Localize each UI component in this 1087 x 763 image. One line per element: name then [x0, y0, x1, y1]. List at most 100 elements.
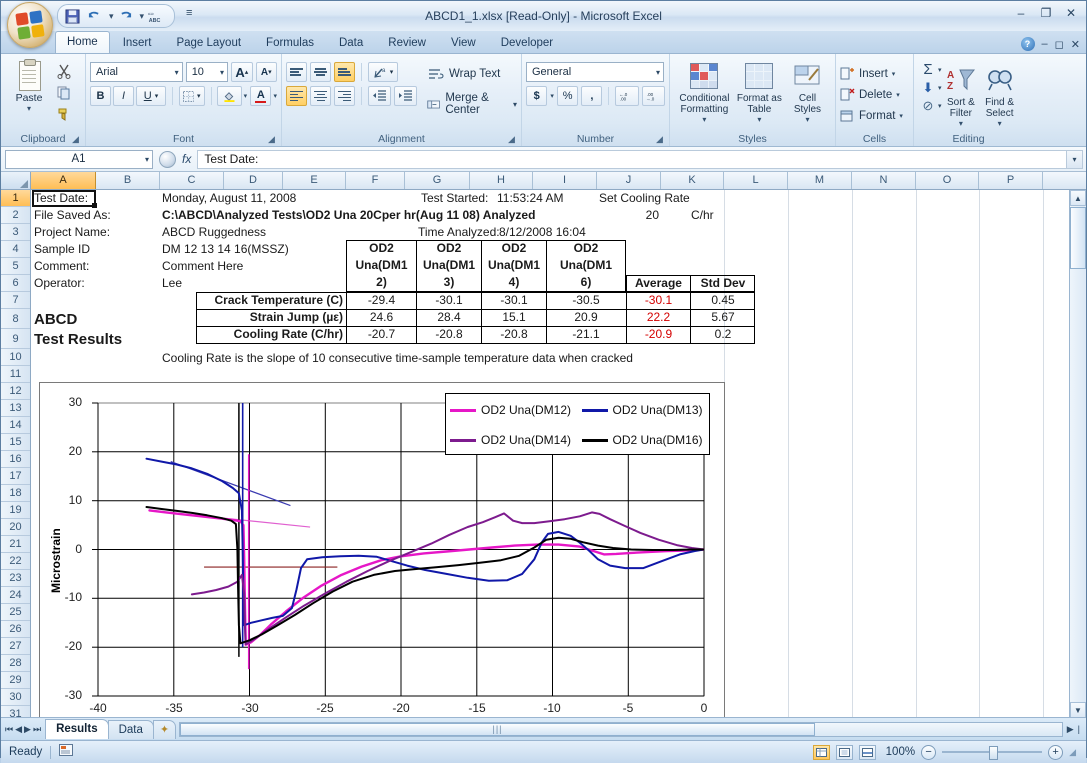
row-header-12[interactable]: 12 [1, 383, 30, 400]
cell-c2[interactable]: C:\ABCD\Analyzed Tests\OD2 Una 20Cper hr… [162, 207, 535, 224]
column-header-l[interactable]: L [724, 172, 788, 189]
paste-button[interactable]: Paste ▾ [5, 57, 53, 113]
row-header-22[interactable]: 22 [1, 553, 30, 570]
column-header-g[interactable]: G [405, 172, 470, 189]
row-header-15[interactable]: 15 [1, 434, 30, 451]
scroll-end-button[interactable]: | [1078, 724, 1086, 734]
ribbon-close-icon[interactable]: ✕ [1071, 38, 1080, 51]
sheet-tab-results[interactable]: Results [45, 719, 109, 739]
currency-button[interactable]: $ [526, 86, 547, 106]
comma-button[interactable]: , [581, 86, 602, 106]
row-header-1[interactable]: 1 [1, 190, 30, 207]
tab-data[interactable]: Data [327, 32, 375, 53]
cell-k2[interactable]: C/hr [691, 207, 714, 224]
column-header-f[interactable]: F [346, 172, 405, 189]
next-sheet-button[interactable]: ▶ [24, 724, 31, 735]
insert-function-icon[interactable]: fx [182, 152, 191, 166]
column-header-o[interactable]: O [916, 172, 979, 189]
cell-g3[interactable]: Time Analyzed: [418, 224, 500, 241]
align-bottom-button[interactable] [334, 62, 355, 82]
font-size-combo[interactable]: 10 ▾ [186, 62, 228, 82]
insert-dropdown-icon[interactable]: ▾ [892, 70, 896, 78]
alignment-dialog-launcher[interactable]: ◢ [508, 134, 518, 144]
minimize-button[interactable]: – [1012, 5, 1030, 21]
column-header-p[interactable]: P [979, 172, 1043, 189]
close-button[interactable]: ✕ [1062, 5, 1080, 21]
fill-button[interactable]: ⬇ ▾ [918, 80, 942, 96]
cell-note[interactable]: Cooling Rate is the slope of 10 consecut… [162, 350, 633, 367]
row-header-23[interactable]: 23 [1, 570, 30, 587]
merge-center-dropdown-icon[interactable]: ▾ [513, 100, 517, 109]
tab-view[interactable]: View [439, 32, 488, 53]
row-header-30[interactable]: 30 [1, 689, 30, 706]
chevron-down-icon[interactable]: ▾ [145, 155, 149, 164]
chevron-down-icon[interactable]: ▾ [656, 68, 660, 77]
ribbon-restore-icon[interactable]: ◻ [1055, 38, 1064, 51]
name-box[interactable]: A1 ▾ [5, 150, 153, 169]
cell-h3[interactable]: 8/12/2008 16:04 [499, 224, 586, 241]
fill-color-dropdown-icon[interactable]: ▾ [244, 92, 248, 100]
formula-input[interactable]: Test Date: [197, 150, 1066, 169]
cells-area[interactable]: Test Date: Monday, August 11, 2008 Test … [31, 190, 1086, 717]
maximize-button[interactable]: ❐ [1037, 5, 1055, 21]
column-header-h[interactable]: H [470, 172, 533, 189]
resize-grip-icon[interactable]: ◢ [1069, 747, 1076, 758]
row-header-8[interactable]: 8 [1, 309, 30, 329]
number-format-combo[interactable]: General ▾ [526, 62, 664, 82]
expand-formula-bar-icon[interactable] [159, 151, 176, 168]
cell-j2[interactable]: 20 [597, 207, 659, 224]
sort-filter-button[interactable]: AZ Sort & Filter ▾ [942, 61, 981, 128]
row-header-10[interactable]: 10 [1, 349, 30, 366]
column-header-d[interactable]: D [224, 172, 283, 189]
column-header-k[interactable]: K [661, 172, 724, 189]
align-center-button[interactable] [310, 86, 331, 106]
normal-view-button[interactable] [813, 745, 830, 760]
font-dialog-launcher[interactable]: ◢ [268, 134, 278, 144]
cell-c6[interactable]: Lee [162, 275, 182, 292]
decrease-indent-button[interactable] [368, 86, 391, 106]
row-header-4[interactable]: 4 [1, 241, 30, 258]
conditional-formatting-dropdown-icon[interactable]: ▾ [702, 115, 706, 124]
align-top-button[interactable] [286, 62, 307, 82]
insert-worksheet-button[interactable]: ✦ [153, 720, 176, 739]
cell-c5[interactable]: Comment Here [162, 258, 243, 275]
format-painter-icon[interactable] [54, 105, 74, 124]
cell-c3[interactable]: ABCD Ruggedness [162, 224, 266, 241]
merge-center-button[interactable]: Merge & Center ▾ [427, 92, 517, 116]
sheet-tab-data[interactable]: Data [108, 720, 154, 739]
cell-a6[interactable]: Operator: [34, 275, 85, 292]
clear-button[interactable]: ⊘ ▾ [918, 98, 942, 114]
row-header-19[interactable]: 19 [1, 502, 30, 519]
number-dialog-launcher[interactable]: ◢ [656, 134, 666, 144]
align-left-button[interactable] [286, 86, 307, 106]
chevron-down-icon[interactable]: ▾ [175, 68, 179, 77]
row-header-29[interactable]: 29 [1, 672, 30, 689]
cell-a2[interactable]: File Saved As: [34, 207, 111, 224]
row-header-14[interactable]: 14 [1, 417, 30, 434]
cut-icon[interactable] [54, 61, 74, 80]
vertical-scroll-thumb[interactable] [1070, 207, 1086, 269]
increase-indent-button[interactable] [394, 86, 417, 106]
wrap-text-button[interactable]: Wrap Text [427, 62, 517, 86]
tab-insert[interactable]: Insert [111, 32, 164, 53]
office-button[interactable] [7, 2, 53, 48]
delete-cells-button[interactable]: Delete ▾ [840, 84, 909, 105]
formula-bar-expand-button[interactable]: ▾ [1066, 150, 1083, 169]
row-header-27[interactable]: 27 [1, 638, 30, 655]
chevron-down-icon[interactable]: ▾ [220, 68, 224, 77]
cell-styles-dropdown-icon[interactable]: ▾ [805, 115, 809, 124]
scroll-up-button[interactable]: ▲ [1070, 190, 1086, 206]
column-header-c[interactable]: C [160, 172, 224, 189]
row-header-25[interactable]: 25 [1, 604, 30, 621]
currency-dropdown-icon[interactable]: ▾ [550, 92, 554, 100]
first-sheet-button[interactable]: ⏮ [5, 724, 13, 735]
cell-h1[interactable]: 11:53:24 AM [497, 190, 564, 207]
cell-a8[interactable]: ABCD [34, 310, 77, 330]
select-all-corner[interactable] [1, 172, 31, 189]
cell-c1[interactable]: Monday, August 11, 2008 [162, 190, 296, 207]
cell-a4[interactable]: Sample ID [34, 241, 90, 258]
page-break-view-button[interactable] [859, 745, 876, 760]
column-header-j[interactable]: J [597, 172, 661, 189]
horizontal-scrollbar[interactable]: ||| [179, 722, 1063, 737]
font-color-button[interactable]: A [250, 86, 271, 106]
